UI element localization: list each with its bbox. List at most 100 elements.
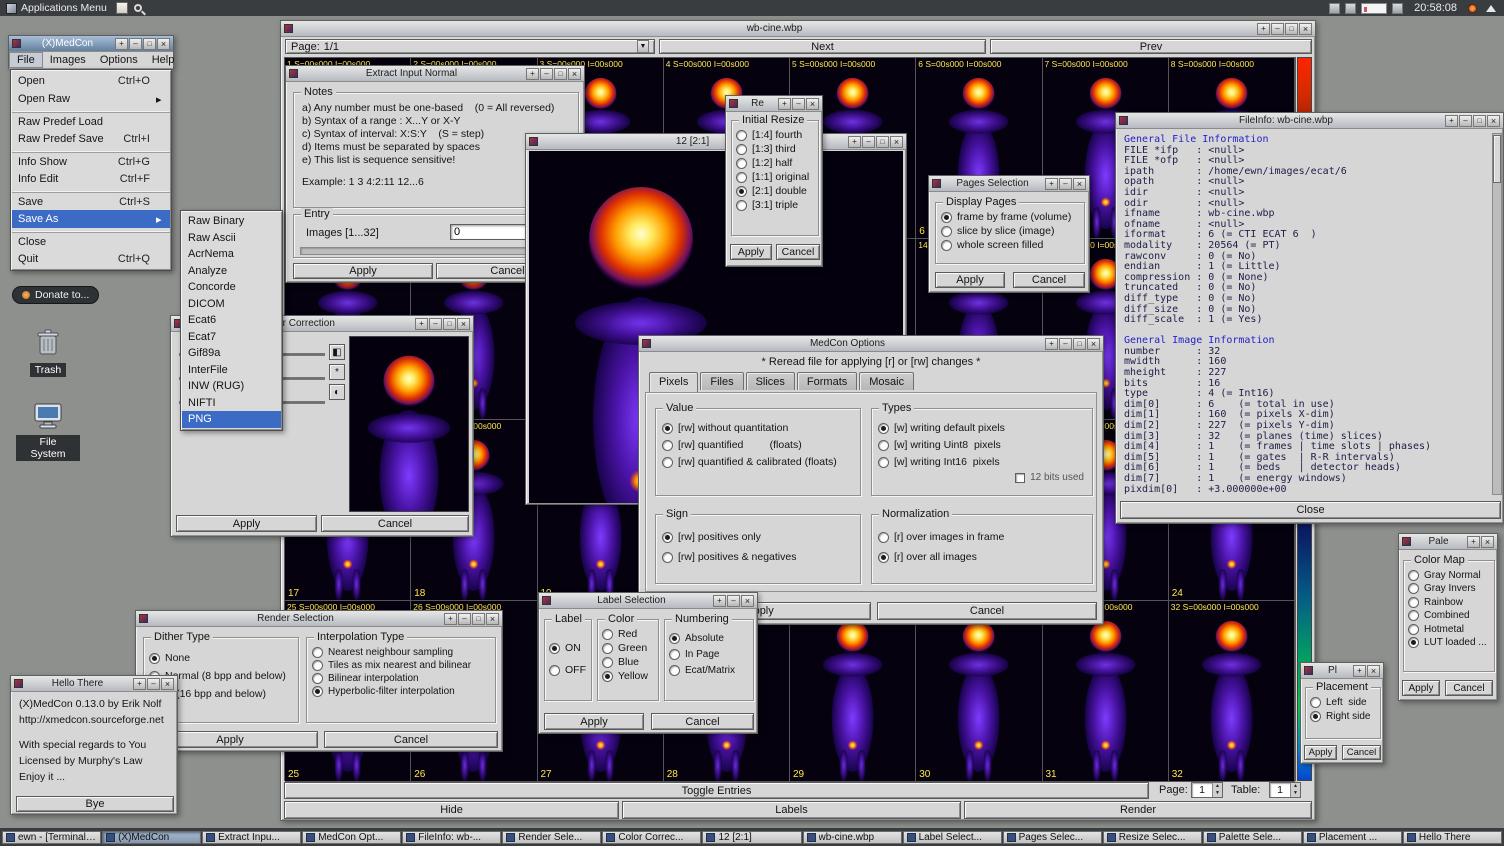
menu-help[interactable]: Help [145,53,182,67]
notes-icon[interactable] [116,2,128,14]
frame-cell[interactable]: 31 S=00s000 I=00s000 31 [1043,601,1169,782]
taskbar-item[interactable]: MedCon Opt... [302,831,401,844]
menu-item[interactable]: Save As [12,210,170,228]
radio-option[interactable]: [w] writing Int16 pixels [878,456,1086,468]
radio-option[interactable]: Absolute [669,633,749,644]
dialog-titlebar[interactable]: Pale [1399,534,1497,550]
taskbar-item[interactable]: wb-cine.wbp [803,831,902,844]
radio-option[interactable]: [rw] quantified & calibrated (floats) [662,456,854,468]
page-spinner[interactable]: 1 ▲▼ [1191,782,1223,798]
tab[interactable]: Mosaic [859,372,914,390]
apply-button[interactable]: Apply [293,263,433,279]
menu-item[interactable]: InterFile [182,362,281,379]
minimize-button[interactable] [147,678,160,690]
apply-button[interactable]: Apply [176,515,317,532]
radio-option[interactable]: Hyperbolic-filter interpolation [312,686,490,697]
radio-option[interactable]: LUT loaded ... [1408,637,1490,648]
radio-option[interactable]: Left side [1310,697,1376,708]
radio-option[interactable]: [1:1] original [736,171,814,183]
tab[interactable]: Slices [746,372,795,390]
maximize-button[interactable] [472,613,485,625]
scrollbar-thumb[interactable] [1493,135,1501,183]
close-button[interactable] [457,318,470,330]
radio-option[interactable]: Ecat/Matrix [669,665,749,676]
menu-item[interactable]: Raw Predef Save Ctrl+I [12,130,170,148]
medcon-titlebar[interactable]: (X)MedCon [9,36,173,52]
radio-option[interactable]: [1:2] half [736,157,814,169]
cancel-button[interactable]: Cancel [324,731,498,748]
taskbar-item[interactable]: (X)MedCon [102,831,201,844]
taskbar-item[interactable]: Label Select... [903,831,1002,844]
frame-cell[interactable]: 30 S=00s000 I=00s000 30 [916,601,1042,782]
stick-button[interactable] [1045,338,1058,350]
prev-button[interactable]: Prev [990,39,1312,54]
zoom-titlebar[interactable]: 12 [2:1] [526,134,906,150]
cancel-button[interactable]: Cancel [321,515,469,532]
frame-cell[interactable]: 29 S=00s000 I=00s000 29 [790,601,916,782]
display-icon[interactable] [1345,3,1356,14]
menu-item[interactable]: Open Ctrl+O [12,72,170,90]
hide-button[interactable]: Hide [284,801,619,819]
close-button[interactable] [806,98,819,110]
trash-desktop-icon[interactable]: Trash [26,328,70,377]
menu-item[interactable]: Raw Binary [182,213,281,230]
fileinfo-scrollbar[interactable] [1492,133,1502,495]
minimize-button[interactable] [540,68,553,80]
radio-option[interactable]: whole screen filled [941,239,1079,251]
brightness-icon[interactable]: * [329,364,345,380]
menu-item[interactable]: Analyze [182,263,281,280]
minimize-button[interactable] [129,38,142,50]
radio-option[interactable]: Yellow [602,670,654,682]
stick-button[interactable] [1353,665,1366,677]
taskbar-item[interactable]: Placement ... [1303,831,1402,844]
menu-item[interactable]: AcrNema [182,246,281,263]
tab[interactable]: Files [700,372,743,390]
search-icon[interactable] [134,4,142,12]
filesystem-desktop-icon[interactable]: File System [16,402,80,461]
radio-option[interactable]: Hotmetal [1408,624,1490,635]
dialog-titlebar[interactable]: Hello There [11,676,177,692]
menu-item[interactable]: INW (RUG) [182,378,281,395]
next-button[interactable]: Next [659,39,986,54]
close-button[interactable] [1073,178,1086,190]
stick-button[interactable] [1467,536,1480,548]
radio-option[interactable]: [w] writing default pixels [878,422,1086,434]
cancel-button[interactable]: Cancel [776,244,820,260]
taskbar-item[interactable]: 12 [2:1] [702,831,801,844]
fileinfo-titlebar[interactable]: FileInfo: wb-cine.wbp [1116,113,1503,129]
maximize-button[interactable] [443,318,456,330]
apply-button[interactable]: Apply [935,272,1005,288]
taskbar-item[interactable]: FileInfo: wb-... [402,831,501,844]
radio-option[interactable]: Gray Normal [1408,570,1490,581]
cancel-button[interactable]: Cancel [1013,272,1085,288]
radio-option[interactable]: OFF [549,664,587,676]
stick-button[interactable] [1045,178,1058,190]
minimize-button[interactable] [1459,115,1472,127]
donate-button[interactable]: Donate to... [12,286,99,304]
close-button[interactable] [741,595,754,607]
radio-option[interactable]: [rw] positives & negatives [662,551,854,563]
cancel-button[interactable]: Cancel [877,602,1097,620]
dialog-titlebar[interactable]: Pl [1301,663,1383,679]
menu-item[interactable]: Quit Ctrl+Q [12,250,170,268]
spinner-arrows-icon[interactable]: ▲▼ [1212,783,1222,797]
minimize-button[interactable] [1059,178,1072,190]
maximize-button[interactable] [554,68,567,80]
applications-menu-button[interactable]: Applications Menu [0,0,113,16]
close-button[interactable] [568,68,581,80]
close-fileinfo-button[interactable]: Close [1120,501,1501,519]
menu-item[interactable]: Raw Ascii [182,230,281,247]
maximize-button[interactable] [876,136,889,148]
minimize-button[interactable] [1059,338,1072,350]
radio-option[interactable]: ON [549,642,587,654]
dialog-titlebar[interactable]: Extract Input Normal [286,66,584,82]
menu-item[interactable]: Ecat6 [182,312,281,329]
menu-images[interactable]: Images [43,53,93,67]
menu-item[interactable]: NIFTI [182,395,281,412]
radio-option[interactable]: [rw] positives only [662,531,854,543]
bits-checkbox[interactable]: 12 bits used [1015,472,1084,483]
menu-item[interactable]: Raw Predef Load [12,112,170,130]
menu-item[interactable]: Info Show Ctrl+G [12,152,170,170]
network-icon[interactable] [1392,3,1403,14]
spinner-arrows-icon[interactable]: ▲▼ [1290,783,1300,797]
